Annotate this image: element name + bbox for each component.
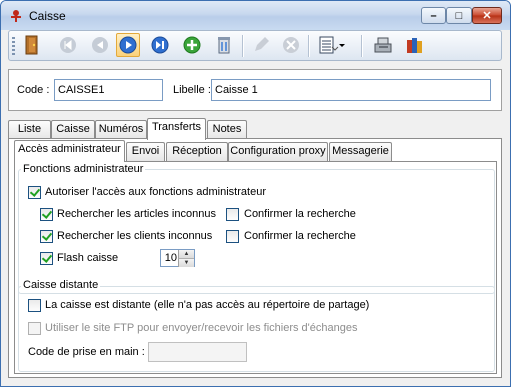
caisse-distante-checkbox[interactable] <box>28 299 41 312</box>
code-prise-en-main-field[interactable] <box>148 342 247 362</box>
add-button[interactable] <box>180 33 204 57</box>
first-record-button[interactable] <box>56 33 80 57</box>
caisse-distante-title: Caisse distante <box>21 279 101 292</box>
exit-icon <box>25 35 38 55</box>
code-field[interactable]: CAISSE1 <box>54 79 163 101</box>
tab-caisse[interactable]: Caisse <box>51 120 95 139</box>
flash-caisse-value: 10 <box>164 252 177 264</box>
list-menu-icon <box>319 36 345 54</box>
cancel-button[interactable] <box>279 33 303 57</box>
rechercher-articles-label: Rechercher les articles inconnus <box>57 208 216 220</box>
tab-acces-administrateur[interactable]: Accès administrateur <box>14 140 125 162</box>
next-record-icon <box>119 36 137 54</box>
tab-reception[interactable]: Réception <box>166 142 228 161</box>
delete-button[interactable] <box>212 33 236 57</box>
next-record-button[interactable] <box>116 33 140 57</box>
tab-configuration-proxy[interactable]: Configuration proxy <box>228 142 328 161</box>
tab-numeros[interactable]: Numéros <box>95 120 147 139</box>
confirmer-articles-label: Confirmer la recherche <box>244 208 356 220</box>
books-button[interactable] <box>403 33 427 57</box>
code-label: Code : <box>17 84 50 96</box>
ftp-checkbox[interactable] <box>28 322 41 335</box>
add-icon <box>183 36 201 54</box>
tab-notes[interactable]: Notes <box>207 120 247 139</box>
close-icon: ✕ <box>482 10 492 22</box>
tab-messagerie[interactable]: Messagerie <box>329 142 392 161</box>
flash-caisse-checkbox[interactable] <box>40 252 53 265</box>
minimize-icon: – <box>430 10 437 22</box>
spin-up-button[interactable]: ▲ <box>178 250 194 258</box>
toolbar-separator <box>242 35 244 57</box>
libelle-label: Libelle : <box>173 84 211 96</box>
flash-caisse-label: Flash caisse <box>57 252 119 264</box>
transferts-tab-panel: Accès administrateur Envoi Réception Con… <box>8 138 502 378</box>
exit-button[interactable] <box>20 33 44 57</box>
toolbar-separator <box>361 35 363 57</box>
maximize-icon: □ <box>455 10 463 22</box>
autoriser-acces-label: Autoriser l'accès aux fonctions administ… <box>45 186 266 198</box>
tab-transferts[interactable]: Transferts <box>147 118 206 140</box>
delete-icon <box>218 37 230 54</box>
confirmer-clients-checkbox[interactable] <box>226 230 239 243</box>
cancel-icon <box>283 37 299 53</box>
window-title: Caisse <box>29 9 66 23</box>
maximize-button[interactable]: □ <box>446 7 472 24</box>
rechercher-articles-checkbox[interactable] <box>40 208 53 221</box>
libelle-field[interactable]: Caisse 1 <box>211 79 491 101</box>
code-prise-en-main-label: Code de prise en main : <box>28 346 145 358</box>
last-record-icon <box>151 36 169 54</box>
minimize-button[interactable]: – <box>421 7 446 24</box>
cash-register-app-icon <box>11 10 21 22</box>
books-icon <box>407 38 422 53</box>
toolbar <box>8 30 502 61</box>
header-panel: Code : CAISSE1 Libelle : Caisse 1 <box>8 69 502 111</box>
fonctions-administrateur-title: Fonctions administrateur <box>21 163 146 176</box>
autoriser-acces-checkbox[interactable] <box>28 186 41 199</box>
toolbar-separator <box>308 35 310 57</box>
previous-record-button[interactable] <box>88 33 112 57</box>
title-bar[interactable]: Caisse – □ ✕ <box>1 1 510 30</box>
close-button[interactable]: ✕ <box>472 7 502 24</box>
cash-register-icon <box>374 37 392 53</box>
spin-down-button[interactable]: ▼ <box>178 258 194 267</box>
toolbar-grip[interactable] <box>12 37 15 55</box>
flash-caisse-stepper[interactable]: 10 ▲ ▼ <box>160 249 195 267</box>
confirmer-articles-checkbox[interactable] <box>226 208 239 221</box>
edit-icon <box>255 37 269 51</box>
rechercher-clients-label: Rechercher les clients inconnus <box>57 230 213 242</box>
first-record-icon <box>60 37 76 53</box>
tab-liste[interactable]: Liste <box>8 120 51 139</box>
ftp-label: Utiliser le site FTP pour envoyer/recevo… <box>45 322 358 334</box>
previous-record-icon <box>92 37 108 53</box>
rechercher-clients-checkbox[interactable] <box>40 230 53 243</box>
list-menu-button[interactable] <box>316 33 350 57</box>
acces-administrateur-panel: Fonctions administrateur Autoriser l'acc… <box>14 161 497 374</box>
tab-envoi[interactable]: Envoi <box>126 142 165 161</box>
window: Caisse – □ ✕ Code: CAISSE1 Libelle: Ca… <box>0 0 511 387</box>
last-record-button[interactable] <box>148 33 172 57</box>
edit-button[interactable] <box>249 33 273 57</box>
confirmer-clients-label: Confirmer la recherche <box>244 230 356 242</box>
cash-register-button[interactable] <box>371 33 395 57</box>
caisse-distante-label: La caisse est distante (elle n'a pas acc… <box>45 299 370 311</box>
